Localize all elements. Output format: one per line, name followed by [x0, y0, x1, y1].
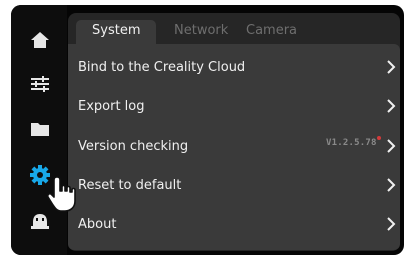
tab-camera[interactable]: Camera — [246, 20, 297, 44]
setting-label: Reset to default — [78, 177, 182, 193]
folder-icon — [31, 123, 49, 136]
tab-network[interactable]: Network — [174, 20, 228, 44]
sidebar — [11, 5, 67, 255]
chevron-right-icon — [387, 217, 396, 231]
settings-panel: System Network Camera Bind to the Creali… — [68, 13, 400, 251]
sidebar-item-controls[interactable] — [25, 69, 55, 99]
setting-label: Bind to the Creality Cloud — [78, 59, 246, 75]
device-screen: System Network Camera Bind to the Creali… — [11, 5, 404, 255]
sidebar-item-files[interactable] — [25, 114, 55, 144]
hand-pointer-icon — [46, 176, 76, 212]
tab-system[interactable]: System — [76, 20, 157, 44]
tab-bar: System Network Camera — [68, 13, 400, 44]
setting-label: Export log — [78, 98, 145, 114]
chevron-right-icon — [387, 60, 396, 74]
setting-row-version[interactable]: Version checking V1.2.5.78 — [68, 127, 400, 165]
chevron-right-icon — [387, 139, 396, 153]
setting-label: About — [78, 216, 117, 232]
setting-row-reset[interactable]: Reset to default — [68, 166, 400, 204]
sidebar-item-home[interactable] — [25, 25, 55, 55]
setting-row-about[interactable]: About — [68, 205, 400, 243]
setting-label: Version checking — [78, 138, 189, 154]
version-text: V1.2.5.78 — [326, 138, 377, 148]
setting-row-export-log[interactable]: Export log — [68, 87, 400, 125]
settings-list: Bind to the Creality Cloud Export log Ve… — [68, 44, 400, 250]
robot-icon — [31, 214, 49, 229]
version-value: V1.2.5.78 — [326, 136, 381, 148]
home-icon — [31, 32, 49, 48]
update-dot — [376, 136, 381, 140]
sliders-icon — [31, 76, 49, 92]
setting-row-cloud[interactable]: Bind to the Creality Cloud — [68, 48, 400, 86]
chevron-right-icon — [387, 178, 396, 192]
chevron-right-icon — [387, 99, 396, 113]
